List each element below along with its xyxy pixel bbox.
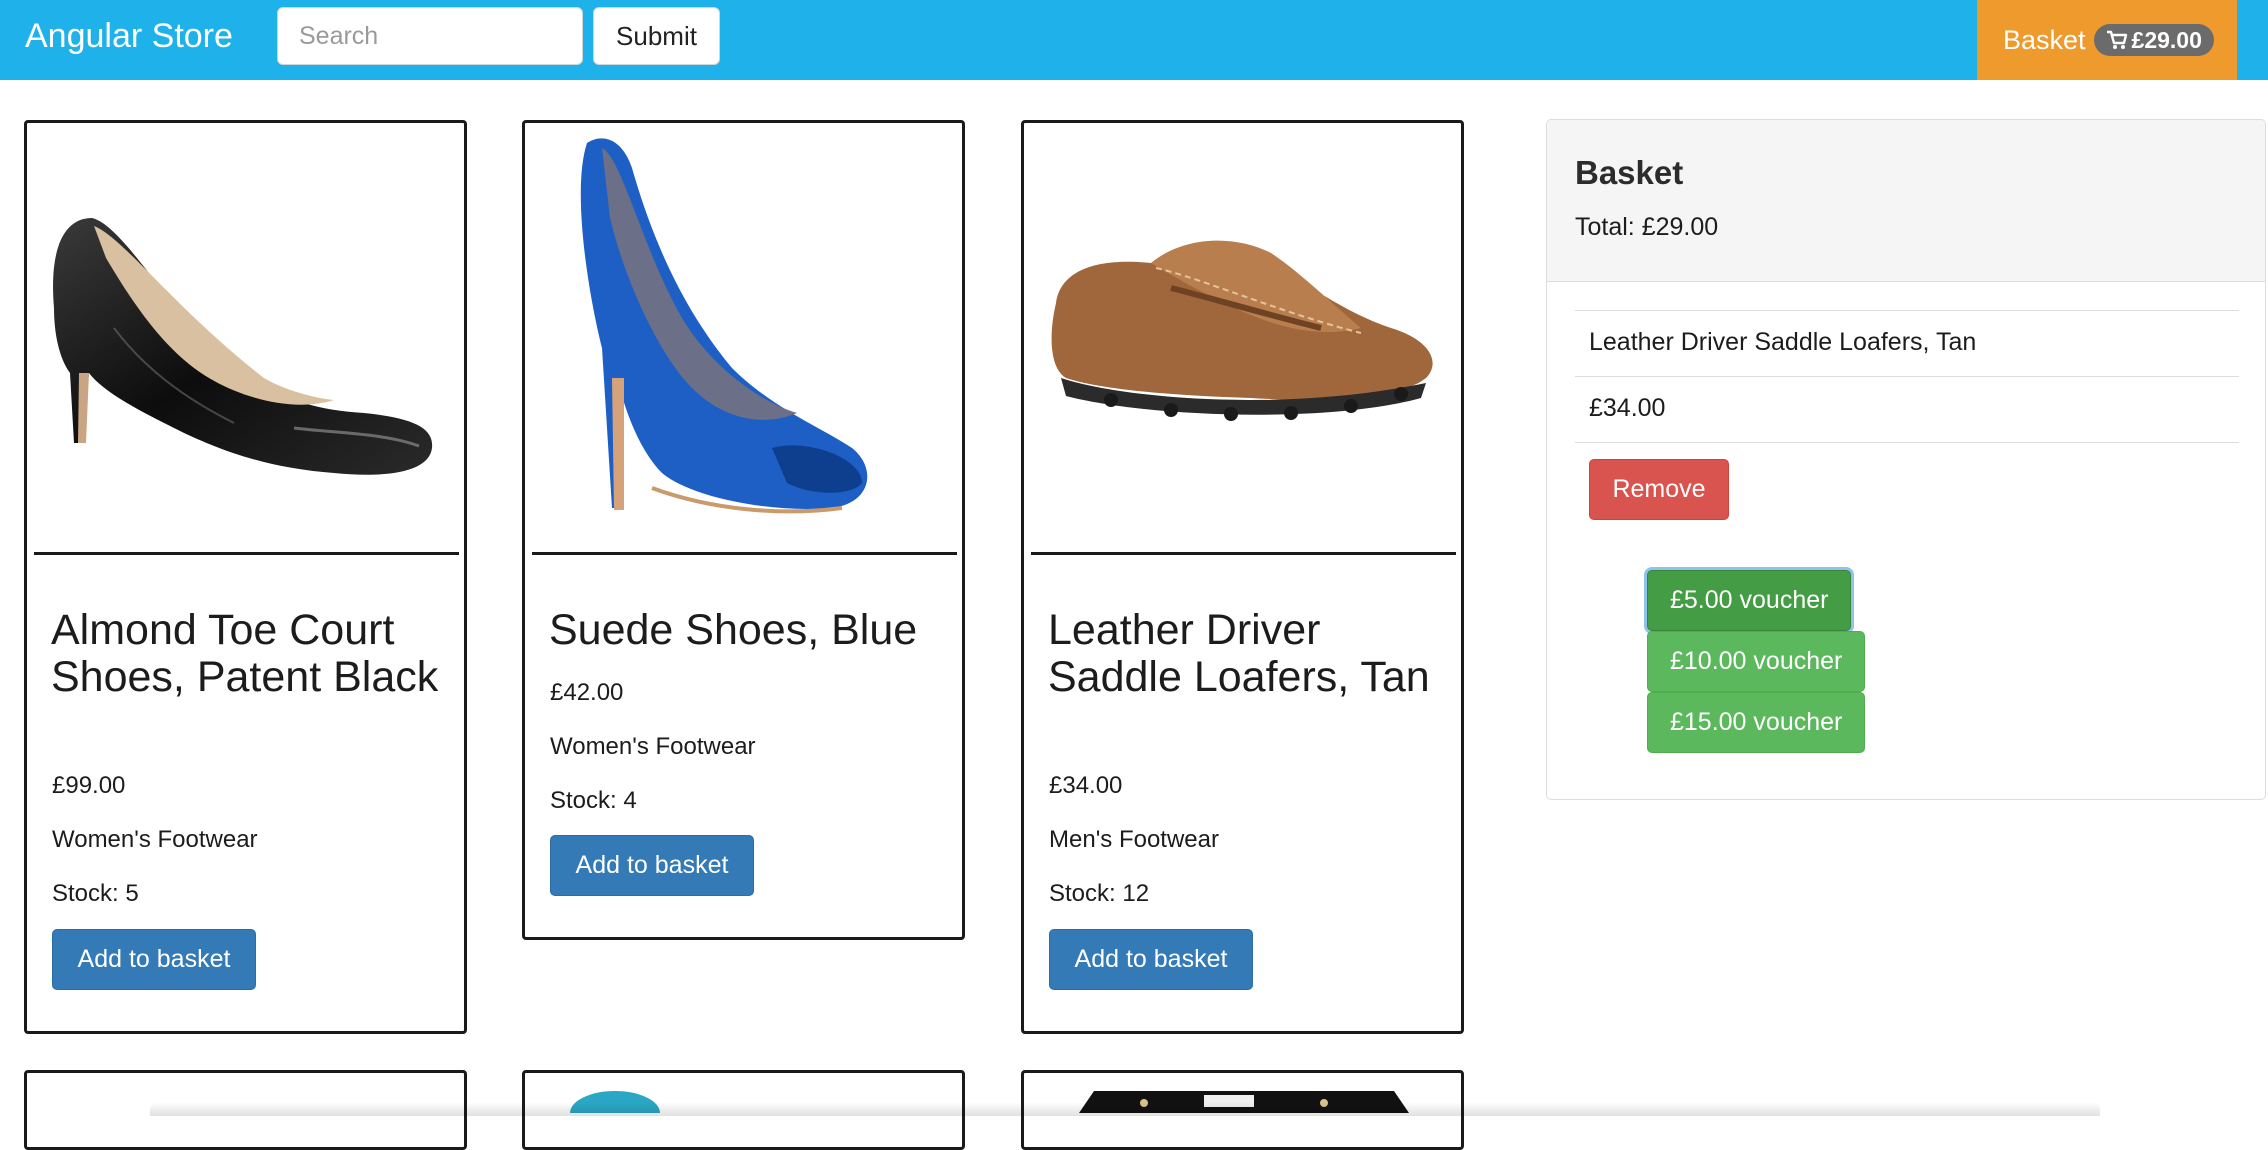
add-to-basket-button[interactable]: Add to basket — [52, 929, 256, 990]
product-image — [1031, 128, 1456, 558]
scroll-shadow — [150, 1102, 2100, 1116]
brand-logo[interactable]: Angular Store — [25, 14, 233, 58]
add-to-basket-button[interactable]: Add to basket — [1049, 929, 1253, 990]
product-title: Leather Driver Saddle Loafers, Tan — [1048, 606, 1430, 701]
add-to-basket-button[interactable]: Add to basket — [550, 835, 754, 896]
table-divider — [1575, 376, 2239, 377]
basket-title: Basket — [1575, 154, 1684, 191]
basket-total-value: £29.00 — [2131, 26, 2202, 53]
product-stock: Stock: 4 — [550, 787, 637, 814]
tan-leather-loafer-image — [1051, 240, 1433, 421]
submit-button[interactable]: Submit — [593, 7, 720, 65]
product-card: Leather Driver Saddle Loafers, Tan £34.0… — [1021, 120, 1464, 1034]
basket-item-name: Leather Driver Saddle Loafers, Tan — [1589, 328, 1977, 356]
basket-total-badge: £29.00 — [2093, 24, 2214, 56]
voucher-10-button[interactable]: £10.00 voucher — [1647, 631, 1866, 692]
product-card: Suede Shoes, Blue £42.00 Women's Footwea… — [522, 120, 965, 940]
basket-total: Total: £29.00 — [1575, 213, 1719, 241]
basket-panel: Basket Total: £29.00 Leather Driver Sadd… — [1546, 119, 2266, 800]
basket-nav-button[interactable]: Basket £29.00 — [1977, 0, 2237, 80]
basket-item-price: £34.00 — [1589, 394, 1666, 422]
product-card: Almond Toe Court Shoes, Patent Black £99… — [24, 120, 467, 1034]
basket-panel-header: Basket Total: £29.00 — [1547, 120, 2265, 282]
blue-suede-peep-toe-heel-image — [580, 138, 868, 514]
voucher-5-button[interactable]: £5.00 voucher — [1647, 570, 1852, 631]
product-image — [34, 128, 459, 558]
black-patent-heel-image — [53, 218, 433, 475]
table-divider — [1575, 310, 2239, 311]
product-category: Women's Footwear — [52, 826, 258, 853]
top-navbar: Angular Store Submit Basket £29.00 — [0, 0, 2268, 80]
product-title: Almond Toe Court Shoes, Patent Black — [51, 606, 439, 701]
basket-nav-label: Basket — [2003, 24, 2086, 55]
voucher-15-button[interactable]: £15.00 voucher — [1647, 692, 1866, 753]
product-price: £99.00 — [52, 772, 126, 799]
card-divider — [1031, 552, 1456, 555]
remove-button[interactable]: Remove — [1589, 459, 1729, 520]
product-category: Men's Footwear — [1049, 826, 1219, 853]
shopping-cart-icon — [2106, 30, 2127, 49]
product-price: £34.00 — [1049, 772, 1123, 799]
product-stock: Stock: 12 — [1049, 880, 1150, 907]
product-stock: Stock: 5 — [52, 880, 139, 907]
product-price: £42.00 — [550, 679, 624, 706]
product-image — [532, 128, 957, 558]
search-input[interactable] — [277, 7, 583, 65]
table-divider — [1575, 442, 2239, 443]
product-category: Women's Footwear — [550, 733, 756, 760]
product-title: Suede Shoes, Blue — [549, 606, 918, 654]
card-divider — [532, 552, 957, 555]
card-divider — [34, 552, 459, 555]
